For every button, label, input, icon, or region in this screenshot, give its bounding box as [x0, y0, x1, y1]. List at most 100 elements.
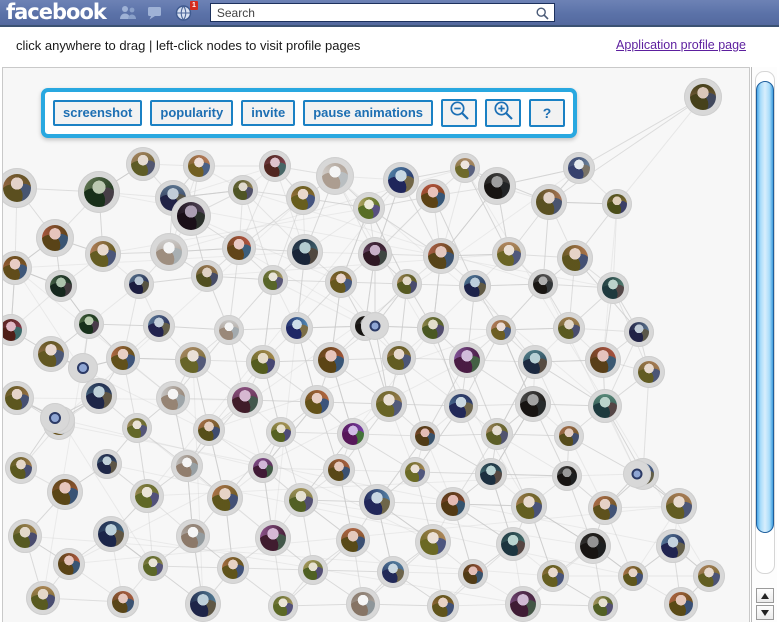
- graph-node[interactable]: [5, 452, 37, 484]
- graph-node[interactable]: [171, 450, 203, 482]
- graph-node[interactable]: [486, 315, 516, 345]
- graph-node[interactable]: [26, 581, 60, 615]
- graph-node[interactable]: [382, 341, 416, 375]
- graph-node[interactable]: [585, 342, 621, 378]
- graph-node[interactable]: [298, 555, 328, 585]
- graph-node[interactable]: [515, 386, 551, 422]
- graph-node[interactable]: [633, 356, 665, 388]
- graph-node[interactable]: [93, 516, 129, 552]
- graph-node[interactable]: [92, 449, 122, 479]
- graph-node[interactable]: [553, 312, 585, 344]
- graph-node[interactable]: [492, 237, 526, 271]
- graph-node[interactable]: [417, 312, 449, 344]
- graph-node[interactable]: [505, 586, 541, 622]
- graph-node[interactable]: [150, 233, 188, 271]
- graph-node[interactable]: [450, 153, 480, 183]
- scrollbar-thumb[interactable]: [756, 81, 774, 533]
- graph-node[interactable]: [336, 523, 370, 557]
- graph-node[interactable]: [156, 381, 190, 415]
- graph-node[interactable]: [176, 519, 210, 553]
- graph-node[interactable]: [183, 150, 215, 182]
- graph-node[interactable]: [130, 479, 164, 513]
- search-icon[interactable]: [536, 7, 549, 25]
- graph-node[interactable]: [684, 78, 722, 116]
- graph-node[interactable]: [227, 382, 263, 418]
- graph-node[interactable]: [287, 234, 323, 270]
- graph-node[interactable]: [554, 421, 584, 451]
- graph-node[interactable]: [246, 345, 280, 379]
- zoom-out-button[interactable]: [441, 99, 477, 127]
- graph-node[interactable]: [410, 421, 440, 451]
- graph-node[interactable]: [475, 458, 507, 490]
- help-button[interactable]: ?: [529, 99, 565, 127]
- graph-node[interactable]: [400, 457, 430, 487]
- graph-node[interactable]: [214, 315, 244, 345]
- graph-node[interactable]: [624, 317, 654, 347]
- graph-node[interactable]: [45, 270, 77, 302]
- graph-node[interactable]: [122, 413, 152, 443]
- graph-node[interactable]: [588, 491, 622, 525]
- graph-node[interactable]: [126, 147, 160, 181]
- graph-node[interactable]: [449, 342, 485, 378]
- search-box[interactable]: [209, 3, 555, 25]
- graph-node[interactable]: [143, 310, 175, 342]
- graph-node[interactable]: [316, 157, 354, 195]
- graph-node[interactable]: [323, 454, 355, 486]
- graph-node[interactable]: [193, 414, 225, 446]
- graph-node[interactable]: [78, 171, 120, 213]
- graph-node[interactable]: [597, 272, 629, 304]
- graph-node[interactable]: [40, 403, 70, 433]
- graph-node[interactable]: [8, 519, 42, 553]
- graph-node[interactable]: [171, 196, 211, 236]
- graph-node[interactable]: [33, 336, 69, 372]
- graph-node[interactable]: [175, 342, 211, 378]
- graph-node[interactable]: [481, 418, 513, 450]
- application-profile-page-link[interactable]: Application profile page: [616, 38, 746, 52]
- messages-icon[interactable]: [147, 4, 166, 21]
- graph-node[interactable]: [358, 237, 392, 271]
- graph-node[interactable]: [693, 560, 725, 592]
- graph-node[interactable]: [68, 353, 98, 383]
- facebook-logo[interactable]: facebook: [0, 1, 107, 23]
- graph-node[interactable]: [458, 559, 488, 589]
- graph-node[interactable]: [478, 167, 516, 205]
- graph-node[interactable]: [518, 345, 552, 379]
- graph-node[interactable]: [661, 488, 697, 524]
- graph-node[interactable]: [191, 260, 223, 292]
- graph-node[interactable]: [300, 385, 334, 419]
- graph-node[interactable]: [268, 591, 298, 621]
- graph-node[interactable]: [124, 269, 154, 299]
- graph-node[interactable]: [313, 342, 349, 378]
- graph-node[interactable]: [623, 460, 651, 488]
- graph-node[interactable]: [361, 312, 389, 340]
- graph-node[interactable]: [207, 480, 243, 516]
- graph-node[interactable]: [281, 312, 313, 344]
- search-input[interactable]: [210, 4, 554, 21]
- graph-node[interactable]: [537, 560, 569, 592]
- scroll-down-button[interactable]: [756, 605, 774, 620]
- graph-node[interactable]: [528, 269, 558, 299]
- graph-node[interactable]: [602, 189, 632, 219]
- graph-node[interactable]: [552, 461, 582, 491]
- graph-node[interactable]: [325, 266, 357, 298]
- graph-node[interactable]: [618, 561, 648, 591]
- graph-node[interactable]: [74, 309, 104, 339]
- graph-node[interactable]: [563, 152, 595, 184]
- zoom-in-button[interactable]: [485, 99, 521, 127]
- popularity-button[interactable]: popularity: [150, 99, 234, 127]
- graph-node[interactable]: [383, 162, 419, 198]
- graph-node[interactable]: [371, 386, 407, 422]
- graph-node[interactable]: [436, 487, 470, 521]
- graph-node[interactable]: [377, 556, 409, 588]
- graph-node[interactable]: [427, 590, 459, 622]
- graph-node[interactable]: [286, 181, 320, 215]
- scroll-up-button[interactable]: [756, 588, 774, 603]
- notifications-icon[interactable]: 1: [175, 1, 198, 21]
- graph-node[interactable]: [107, 586, 139, 618]
- graph-node[interactable]: [106, 341, 140, 375]
- graph-node[interactable]: [47, 474, 83, 510]
- social-graph-canvas[interactable]: [2, 67, 750, 622]
- graph-node[interactable]: [415, 524, 451, 560]
- graph-node[interactable]: [36, 219, 74, 257]
- graph-node[interactable]: [444, 389, 478, 423]
